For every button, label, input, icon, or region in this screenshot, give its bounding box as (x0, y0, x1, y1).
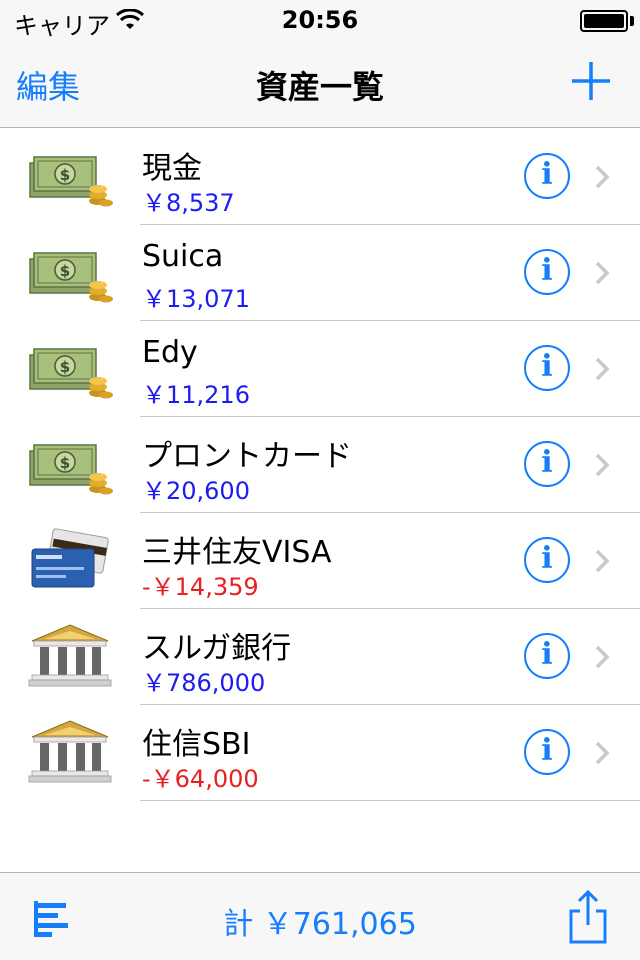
info-icon[interactable]: i (524, 345, 570, 391)
share-icon[interactable] (568, 889, 608, 945)
battery-icon (580, 10, 628, 32)
chevron-right-icon (595, 165, 610, 189)
chevron-right-icon (595, 357, 610, 381)
plus-icon[interactable] (568, 58, 614, 104)
clock: 20:56 (281, 6, 359, 34)
chevron-right-icon (595, 453, 610, 477)
cash-icon: $ (26, 431, 114, 497)
asset-row[interactable]: 住信SBI -￥64,000 i (0, 705, 640, 801)
chevron-right-icon (595, 741, 610, 765)
asset-name: スルガ銀行 (142, 631, 292, 666)
info-icon[interactable]: i (524, 249, 570, 295)
info-icon[interactable]: i (524, 633, 570, 679)
asset-name: 住信SBI (142, 727, 251, 762)
page-title: 資産一覧 (255, 68, 384, 106)
asset-amount: ￥13,071 (142, 285, 250, 313)
asset-row[interactable]: $ プロントカード ￥20,600 i (0, 417, 640, 513)
bank-icon (26, 719, 114, 785)
asset-row[interactable]: $ Suica ￥13,071 i (0, 225, 640, 321)
asset-list: $ 現金 ￥8,537 i $ Suica ￥13,071 i $ Edy ￥11,216 i $ プロン… (0, 129, 640, 801)
chevron-right-icon (595, 645, 610, 669)
asset-row[interactable]: $ 現金 ￥8,537 i (0, 129, 640, 225)
asset-row[interactable]: スルガ銀行 ￥786,000 i (0, 609, 640, 705)
credit-card-icon (26, 527, 114, 593)
info-icon[interactable]: i (524, 537, 570, 583)
asset-amount: ￥8,537 (142, 189, 235, 217)
battery-tip (630, 16, 634, 26)
asset-name: 三井住友VISA (142, 535, 332, 570)
chevron-right-icon (595, 549, 610, 573)
asset-name: Suica (142, 239, 224, 274)
asset-name: プロントカード (142, 439, 352, 474)
cash-icon: $ (26, 239, 114, 305)
svg-text:$: $ (60, 262, 70, 280)
info-icon[interactable]: i (524, 441, 570, 487)
asset-name: 現金 (142, 151, 202, 186)
asset-row[interactable]: 三井住友VISA -￥14,359 i (0, 513, 640, 609)
cash-icon: $ (26, 335, 114, 401)
asset-amount: -￥14,359 (142, 573, 259, 601)
svg-text:$: $ (60, 166, 70, 184)
bottom-toolbar: 計 ￥761,065 (0, 872, 640, 960)
asset-name: Edy (142, 335, 198, 370)
total-amount: 計 ￥761,065 (223, 907, 417, 942)
asset-amount: ￥786,000 (142, 669, 266, 697)
navigation-bar: 編集 資産一覧 (0, 40, 640, 128)
asset-amount: -￥64,000 (142, 765, 259, 793)
cash-icon: $ (26, 143, 114, 209)
chevron-right-icon (595, 261, 610, 285)
svg-text:$: $ (60, 454, 70, 472)
asset-row[interactable]: $ Edy ￥11,216 i (0, 321, 640, 417)
status-bar: キャリア 20:56 (0, 0, 640, 40)
svg-text:$: $ (60, 358, 70, 376)
bank-icon (26, 623, 114, 689)
asset-amount: ￥20,600 (142, 477, 250, 505)
asset-amount: ￥11,216 (142, 381, 250, 409)
info-icon[interactable]: i (524, 729, 570, 775)
info-icon[interactable]: i (524, 153, 570, 199)
